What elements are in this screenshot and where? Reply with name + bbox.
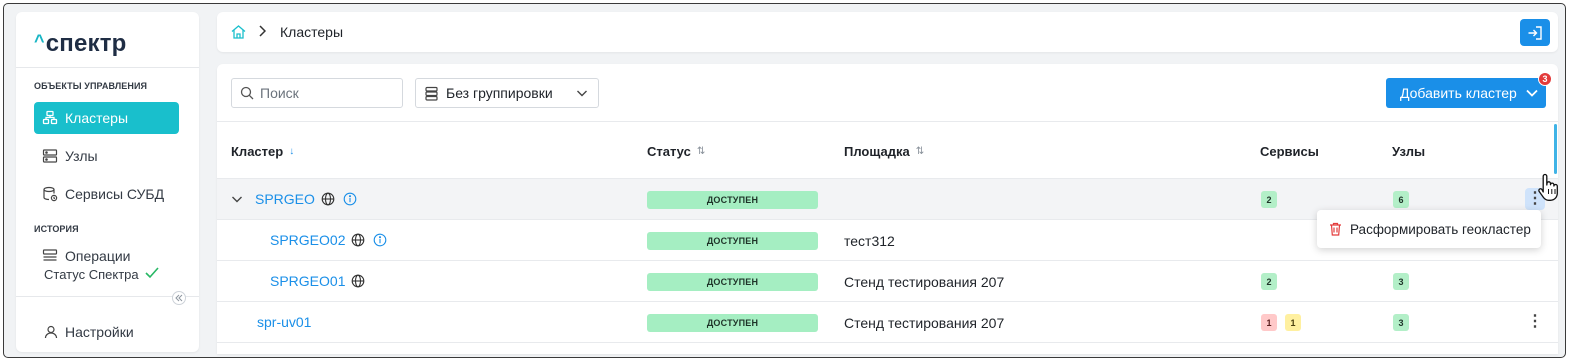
column-header-nodes: Узлы — [1392, 144, 1425, 159]
chevron-down-icon — [1525, 86, 1539, 100]
sidebar-item-settings[interactable]: Настройки — [44, 324, 134, 340]
row-context-menu[interactable]: Расформировать геокластер — [1317, 210, 1541, 248]
breadcrumb-current: Кластеры — [280, 24, 343, 40]
search-placeholder: Поиск — [260, 85, 299, 101]
add-cluster-button[interactable]: Добавить кластер — [1386, 78, 1546, 108]
cluster-icon — [42, 110, 58, 126]
section-history-title: ИСТОРИЯ — [34, 224, 79, 234]
site-cell: Стенд тестирования 207 — [844, 315, 1005, 331]
cluster-link[interactable]: SPRGEO02 — [270, 232, 345, 248]
globe-icon — [351, 274, 365, 288]
cluster-name-cell: SPRGEO — [231, 191, 357, 207]
status-label: Статус Спектра — [44, 266, 139, 282]
sidebar-item-label: Кластеры — [65, 110, 128, 126]
section-management-title: ОБЪЕКТЫ УПРАВЛЕНИЯ — [34, 81, 148, 91]
sidebar-divider — [16, 67, 199, 68]
user-icon — [44, 325, 58, 339]
cluster-name-cell: SPRGEO02 — [270, 232, 387, 248]
dissolve-geocluster-item[interactable]: Расформировать геокластер — [1350, 222, 1531, 237]
site-cell: Стенд тестирования 207 — [844, 274, 1005, 290]
collapse-sidebar-icon[interactable] — [172, 291, 186, 305]
cluster-link[interactable]: spr-uv01 — [257, 314, 311, 330]
column-header-site[interactable]: Площадка ⇅ — [844, 144, 924, 159]
logo-caret: ^ — [34, 31, 45, 51]
cluster-link[interactable]: SPRGEO — [255, 191, 315, 207]
logout-button[interactable] — [1520, 19, 1550, 46]
search-input[interactable]: Поиск — [231, 78, 403, 108]
sort-icon: ⇅ — [696, 146, 706, 157]
top-bar: Кластеры — [217, 12, 1558, 52]
globe-icon — [321, 192, 335, 206]
cluster-link[interactable]: SPRGEO01 — [270, 273, 345, 289]
site-cell: тест312 — [844, 233, 895, 249]
sidebar: ^спектр ОБЪЕКТЫ УПРАВЛЕНИЯ Кластеры Узлы… — [16, 12, 199, 352]
column-label: Площадка — [844, 144, 910, 159]
sort-icon: ⇅ — [915, 146, 925, 157]
home-icon[interactable] — [231, 25, 246, 39]
column-header-status[interactable]: Статус ⇅ — [647, 144, 705, 159]
scrollbar-thumb[interactable] — [1554, 124, 1557, 174]
sidebar-item-label: Сервисы СУБД — [65, 186, 165, 202]
row-menu-button[interactable]: ⋮ — [1525, 311, 1545, 333]
globe-icon — [351, 233, 365, 247]
chevron-right-icon — [258, 24, 267, 40]
column-label: Сервисы — [1260, 144, 1319, 159]
database-icon — [42, 186, 58, 202]
cluster-name-cell: spr-uv01 — [257, 314, 311, 330]
sidebar-item-label: Операции — [65, 248, 131, 264]
sidebar-item-nodes[interactable]: Узлы — [34, 140, 179, 172]
search-icon — [240, 86, 254, 100]
info-icon[interactable] — [373, 233, 387, 247]
chevron-down-icon — [576, 86, 588, 100]
sidebar-item-label: Узлы — [65, 148, 98, 164]
chevron-down-icon[interactable] — [231, 193, 243, 205]
operations-icon — [42, 248, 58, 264]
sidebar-item-clusters[interactable]: Кластеры — [34, 102, 179, 134]
spectr-status[interactable]: Статус Спектра — [44, 266, 159, 282]
logo[interactable]: ^спектр — [34, 30, 127, 58]
status-badge: ДОСТУПЕН — [647, 232, 818, 250]
nodes-count-badge: 6 — [1393, 191, 1409, 208]
nodes-count-badge: 3 — [1393, 273, 1409, 290]
notification-badge: 3 — [1538, 72, 1552, 86]
logout-icon — [1527, 25, 1543, 41]
sidebar-item-operations[interactable]: Операции — [34, 244, 179, 266]
column-label: Кластер — [231, 144, 284, 159]
stack-icon — [424, 86, 439, 101]
column-label: Статус — [647, 144, 691, 159]
status-badge: ДОСТУПЕН — [647, 191, 818, 209]
logo-text: спектр — [45, 30, 127, 57]
cluster-name-cell: SPRGEO01 — [270, 273, 365, 289]
check-icon — [145, 266, 159, 282]
table-row[interactable]: SPRGEO01 ДОСТУПЕН Стенд тестирования 207… — [217, 261, 1558, 302]
services-count-badge: 2 — [1261, 191, 1277, 208]
services-count-badge: 2 — [1261, 273, 1277, 290]
add-cluster-label: Добавить кластер — [1400, 85, 1517, 101]
breadcrumb: Кластеры — [231, 24, 343, 40]
grouping-select[interactable]: Без группировки — [415, 78, 599, 108]
column-header-cluster[interactable]: Кластер ↓ — [231, 144, 294, 159]
info-icon[interactable] — [343, 192, 357, 206]
column-header-services: Сервисы — [1260, 144, 1319, 159]
table-header: Кластер ↓ Статус ⇅ Площадка ⇅ Сервисы Уз… — [217, 121, 1558, 179]
sort-asc-icon: ↓ — [289, 146, 295, 157]
grouping-value: Без группировки — [446, 85, 553, 101]
clusters-panel: Поиск Без группировки Добавить кластер 3… — [217, 64, 1558, 354]
sidebar-item-db-services[interactable]: Сервисы СУБД — [34, 178, 179, 210]
trash-icon — [1329, 222, 1342, 236]
services-warning-badge: 1 — [1285, 314, 1301, 331]
app-window: ^спектр ОБЪЕКТЫ УПРАВЛЕНИЯ Кластеры Узлы… — [3, 3, 1566, 358]
status-badge: ДОСТУПЕН — [647, 314, 818, 332]
hand-cursor-icon — [1537, 172, 1563, 207]
table-row[interactable]: spr-uv01 ДОСТУПЕН Стенд тестирования 207… — [217, 302, 1558, 343]
settings-label: Настройки — [65, 324, 134, 340]
status-badge: ДОСТУПЕН — [647, 273, 818, 291]
column-label: Узлы — [1392, 144, 1426, 159]
services-error-badge: 1 — [1261, 314, 1277, 331]
nodes-count-badge: 3 — [1393, 314, 1409, 331]
server-icon — [42, 148, 58, 164]
